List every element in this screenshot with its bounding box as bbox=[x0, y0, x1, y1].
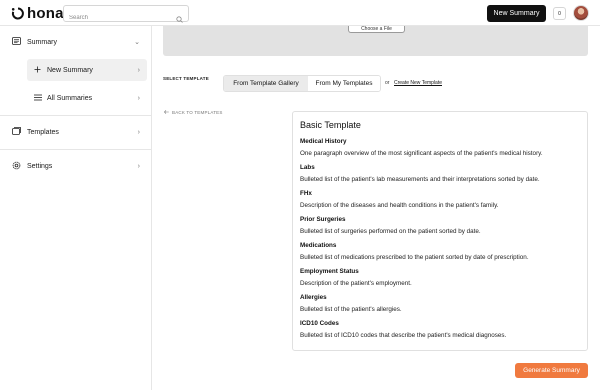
template-section: ICD10 Codes Bulleted list of ICD10 codes… bbox=[300, 320, 580, 340]
template-source-tabs: From Template Gallery From My Templates bbox=[223, 75, 381, 92]
section-heading: FHx bbox=[300, 190, 312, 197]
search-input[interactable] bbox=[64, 10, 172, 26]
gear-icon bbox=[12, 161, 21, 172]
arrow-left-icon bbox=[163, 110, 169, 115]
sidebar-item-all-summaries[interactable]: All Summaries › bbox=[27, 87, 147, 109]
sidebar-item-settings[interactable]: Settings › bbox=[0, 151, 152, 181]
section-heading: Employment Status bbox=[300, 268, 359, 275]
divider bbox=[0, 149, 151, 150]
section-heading: Allergies bbox=[300, 294, 327, 301]
logo-text: hona bbox=[27, 5, 64, 22]
sidebar-item-new-summary[interactable]: New Summary › bbox=[27, 59, 147, 81]
sidebar: Summary ⌄ New Summary › All Summaries › … bbox=[0, 26, 152, 390]
or-text: or bbox=[385, 80, 390, 86]
sidebar-item-label: Summary bbox=[27, 38, 57, 46]
search-box[interactable] bbox=[63, 5, 189, 26]
section-description: Bulleted list of the patient's lab measu… bbox=[300, 176, 540, 183]
plus-icon bbox=[34, 66, 41, 75]
choose-file-button[interactable]: Choose a File bbox=[348, 26, 405, 33]
template-section: Prior Surgeries Bulleted list of surgeri… bbox=[300, 216, 580, 236]
new-summary-button[interactable]: New Summary bbox=[487, 5, 546, 22]
sidebar-item-summary[interactable]: Summary ⌄ bbox=[0, 27, 152, 57]
tab-template-gallery[interactable]: From Template Gallery bbox=[224, 76, 308, 91]
list-icon bbox=[34, 94, 42, 103]
section-description: Bulleted list of ICD10 codes that descri… bbox=[300, 332, 507, 339]
section-heading: Medications bbox=[300, 242, 337, 249]
template-section: FHx Description of the diseases and heal… bbox=[300, 190, 580, 210]
select-template-label: SELECT TEMPLATE bbox=[163, 76, 209, 81]
tab-my-templates[interactable]: From My Templates bbox=[308, 76, 380, 91]
section-heading: Labs bbox=[300, 164, 315, 171]
hona-logo-icon bbox=[11, 7, 25, 20]
template-section: Medical History One paragraph overview o… bbox=[300, 138, 580, 158]
section-description: Description of the diseases and health c… bbox=[300, 202, 499, 209]
sidebar-item-templates[interactable]: Templates › bbox=[0, 117, 152, 147]
back-link-label: BACK TO TEMPLATES bbox=[172, 110, 223, 115]
chevron-down-icon: ⌄ bbox=[134, 39, 140, 46]
chevron-right-icon: › bbox=[137, 94, 140, 102]
create-new-template-link[interactable]: Create New Template bbox=[394, 80, 442, 86]
notification-badge[interactable]: 0 bbox=[553, 7, 566, 20]
sidebar-item-label: Templates bbox=[27, 128, 59, 136]
section-description: Bulleted list of medications prescribed … bbox=[300, 254, 529, 261]
template-title: Basic Template bbox=[300, 120, 361, 130]
sidebar-item-label: Settings bbox=[27, 162, 53, 170]
template-section: Labs Bulleted list of the patient's lab … bbox=[300, 164, 580, 184]
back-to-templates-link[interactable]: BACK TO TEMPLATES bbox=[163, 110, 223, 115]
summary-icon bbox=[12, 37, 21, 47]
chevron-right-icon: › bbox=[137, 162, 140, 170]
section-description: Description of the patient's employment. bbox=[300, 280, 412, 287]
section-heading: ICD10 Codes bbox=[300, 320, 339, 327]
section-description: Bulleted list of surgeries performed on … bbox=[300, 228, 481, 235]
template-section: Medications Bulleted list of medications… bbox=[300, 242, 580, 262]
section-heading: Medical History bbox=[300, 138, 347, 145]
chevron-right-icon: › bbox=[137, 128, 140, 136]
template-section: Allergies Bulleted list of the patient's… bbox=[300, 294, 580, 314]
top-bar: hona New Summary 0 bbox=[0, 0, 600, 26]
sidebar-item-label: New Summary bbox=[47, 66, 93, 74]
template-preview-card: Basic Template Medical History One parag… bbox=[292, 111, 588, 351]
section-description: One paragraph overview of the most signi… bbox=[300, 150, 543, 157]
sidebar-item-label: All Summaries bbox=[47, 94, 93, 102]
file-drop-area[interactable]: Choose a File bbox=[163, 26, 588, 56]
templates-icon bbox=[12, 127, 21, 137]
logo[interactable]: hona bbox=[11, 6, 64, 21]
avatar[interactable] bbox=[573, 5, 589, 21]
template-section: Employment Status Description of the pat… bbox=[300, 268, 580, 288]
section-description: Bulleted list of the patient's allergies… bbox=[300, 306, 402, 313]
chevron-right-icon: › bbox=[137, 66, 140, 74]
divider bbox=[0, 115, 151, 116]
section-heading: Prior Surgeries bbox=[300, 216, 346, 223]
generate-summary-button[interactable]: Generate Summary bbox=[515, 363, 588, 378]
